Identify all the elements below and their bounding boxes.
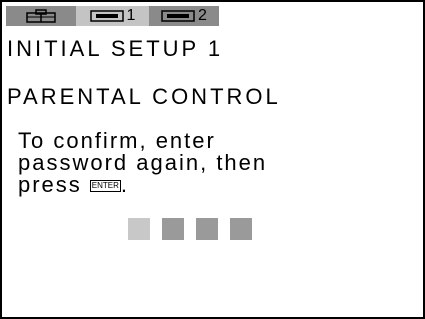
instruction-line: To confirm, enter — [18, 128, 216, 153]
instruction-line: press ENTER. — [18, 174, 267, 196]
tab-number: 2 — [198, 7, 207, 24]
password-digit-box — [162, 218, 184, 240]
disc-tray-icon — [89, 10, 124, 22]
tab-number: 1 — [126, 7, 136, 24]
instruction-line-text: press — [18, 172, 82, 197]
password-entry[interactable] — [128, 218, 252, 240]
password-digit-box — [128, 218, 150, 240]
tab-disc-2[interactable]: 2 — [149, 6, 219, 26]
disc-tray-icon — [161, 10, 195, 22]
section-title: PARENTAL CONTROL — [7, 84, 281, 109]
enter-key-icon: ENTER — [89, 180, 121, 193]
period: . — [120, 172, 130, 197]
menu-tab-bar: 1 2 — [6, 6, 219, 26]
tab-disc-1[interactable]: 1 — [76, 6, 149, 26]
instruction-text: To confirm, enter password again, then p… — [18, 130, 267, 196]
password-digit-box — [196, 218, 218, 240]
menu-title: INITIAL SETUP 1 — [7, 36, 224, 61]
instruction-line: password again, then — [18, 150, 268, 175]
password-digit-box — [230, 218, 252, 240]
tab-setup[interactable] — [6, 6, 76, 26]
setup-icon — [26, 9, 56, 23]
